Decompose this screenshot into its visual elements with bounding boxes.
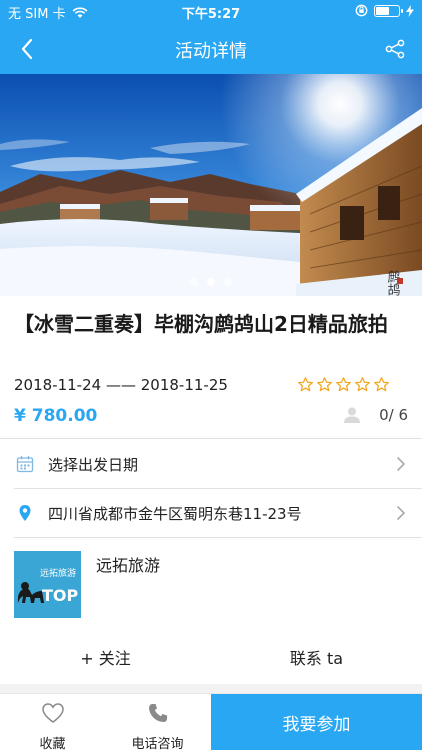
charging-icon [406, 4, 414, 17]
phone-icon [148, 704, 167, 722]
carousel-dots[interactable] [0, 278, 422, 286]
share-icon [385, 39, 405, 59]
favorite-button[interactable]: 收藏 [0, 694, 105, 750]
address-row[interactable]: 四川省成都市金牛区蜀明东巷11-23号 [0, 489, 422, 537]
select-date-row[interactable]: 选择出发日期 [0, 440, 422, 488]
hero-carousel[interactable]: 鹧鸪山 [0, 74, 422, 296]
rating-stars [297, 376, 390, 393]
star-icon [336, 377, 351, 392]
contact-button[interactable]: 联系 ta [211, 645, 422, 669]
carousel-dot[interactable] [190, 278, 198, 286]
phone-label: 电话咨询 [131, 737, 184, 750]
divider [14, 537, 422, 538]
chevron-right-icon [397, 506, 405, 520]
event-title: 【冰雪二重奏】毕棚沟鹧鸪山2日精品旅拍 [14, 312, 388, 336]
favorite-label: 收藏 [39, 737, 66, 750]
status-bar: 无 SIM 卡 下午5:27 [0, 0, 422, 24]
organizer-name[interactable]: 远拓旅游 [96, 552, 160, 576]
address-label: 四川省成都市金牛区蜀明东巷11-23号 [48, 505, 302, 523]
heart-icon [41, 703, 64, 723]
carousel-dot[interactable] [224, 278, 232, 286]
follow-button[interactable]: + 关注 [0, 645, 211, 669]
chevron-right-icon [397, 457, 405, 471]
bottom-bar: 收藏 电话咨询 我要参加 [0, 693, 422, 750]
date-start: 2018-11-24 [14, 376, 102, 394]
date-separator: —— [105, 376, 136, 394]
divider [0, 438, 422, 439]
carousel-dot[interactable] [207, 278, 215, 286]
rotation-lock-icon [355, 4, 368, 17]
status-right [355, 4, 414, 17]
star-icon [298, 377, 313, 392]
star-icon [374, 377, 389, 392]
star-icon [355, 377, 370, 392]
event-price: ¥ 780.00 [14, 406, 98, 426]
select-date-label: 选择出发日期 [48, 456, 139, 474]
event-dates: 2018-11-24 —— 2018-11-25 [14, 376, 228, 394]
page-title: 活动详情 [175, 41, 247, 62]
logo-text-top: 远拓旅游 [40, 567, 76, 579]
person-icon [344, 407, 361, 423]
share-button[interactable] [380, 34, 410, 64]
date-end: 2018-11-25 [140, 376, 228, 394]
organizer-logo-image: 远拓旅游 TOP [14, 551, 81, 618]
top-bar: 无 SIM 卡 下午5:27 活动详情 [0, 0, 422, 74]
join-button[interactable]: 我要参加 [211, 694, 422, 750]
calendar-icon [16, 456, 34, 473]
phone-consult-button[interactable]: 电话咨询 [105, 694, 210, 750]
nav-bar: 活动详情 [0, 24, 422, 74]
participants: 0/ 6 [343, 406, 408, 424]
battery-icon [374, 4, 403, 17]
logo-text-bottom: TOP [42, 586, 79, 605]
organizer-logo[interactable]: 远拓旅游 TOP [14, 551, 81, 618]
star-icon [317, 377, 332, 392]
hero-image: 鹧鸪山 [0, 74, 422, 296]
participants-count: 0/ 6 [379, 406, 408, 424]
location-pin-icon [19, 505, 31, 521]
